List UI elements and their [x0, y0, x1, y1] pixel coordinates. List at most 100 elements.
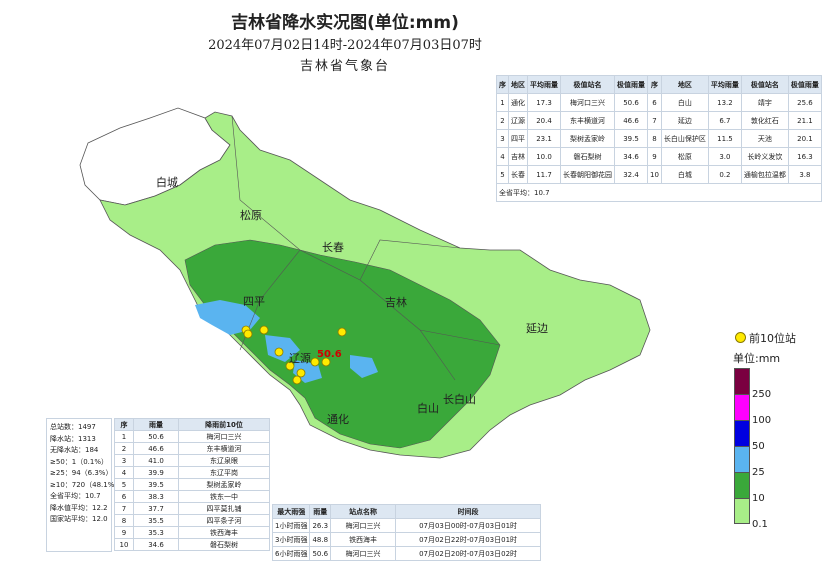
table-row: 6 38.3 铁东一中: [114, 490, 270, 503]
table-cell: 34.6: [614, 147, 648, 166]
table-row: 6小时雨强 50.6 梅河口三兴 07月02日20时-07月03日02时: [271, 546, 542, 561]
table-cell: 50.6: [309, 546, 332, 561]
statistic-line: 国家站平均：12.0: [50, 515, 108, 523]
table-cell: 25.6: [787, 93, 822, 112]
column-header: 降雨前10位: [178, 418, 270, 431]
table-cell: 梅河口三兴: [178, 430, 270, 443]
statistic-line: ≥50：1（0.1%）: [50, 457, 109, 466]
table-cell: 梅河口三兴: [560, 93, 615, 112]
table-cell: 东辽泉眼: [178, 454, 270, 467]
color-scale-segment: [734, 446, 750, 472]
regional-rainfall-table: 序 地区 平均雨量 极值站名 极值雨量 序 地区 平均雨量 极值站名 极值雨量 …: [496, 75, 822, 202]
city-label-liaoyuan: 辽源: [289, 351, 311, 365]
statistic-line: 降水值平均：12.2: [50, 503, 108, 512]
table-cell: 6.7: [707, 111, 742, 130]
table-cell: 梨树孟家岭: [178, 478, 270, 491]
table-cell: 16.3: [787, 147, 822, 166]
table-cell: 东丰横道河: [560, 111, 615, 130]
city-label-songyuan: 松原: [240, 208, 262, 222]
table-cell: 梅河口三兴: [330, 546, 397, 561]
table-cell: 梨树孟家岭: [560, 129, 615, 148]
city-label-yanbian: 延边: [526, 322, 548, 335]
city-label-baicheng: 白城: [156, 175, 178, 189]
column-header: 地区: [660, 75, 709, 94]
table-cell: 07月03日00时-07月03日01时: [395, 518, 542, 533]
table-footer-row: 全省平均：10.7: [496, 183, 822, 202]
table-cell: 37.7: [133, 502, 179, 515]
table-cell: 1小时雨强: [271, 518, 311, 533]
table-cell: 2: [496, 111, 509, 130]
table-cell: 吉林: [508, 147, 528, 166]
top10-legend-label: 前10位站: [749, 332, 796, 345]
table-row: 4 吉林 10.0 磐石梨树 34.6 9 松原 3.0 长岭义发饮 16.3: [496, 147, 822, 166]
table-cell: 41.0: [133, 454, 179, 467]
table-cell: 6: [114, 490, 134, 503]
max-intensity-table: 最大雨强 雨量 站点名称 时间段 1小时雨强 26.3 梅河口三兴 07月03日00时…: [271, 504, 542, 561]
table-cell: 铁东一中: [178, 490, 270, 503]
color-scale-segment: [734, 394, 750, 420]
table-cell: 通榆包拉温都: [740, 165, 789, 184]
city-label-siping: 四平: [243, 295, 265, 308]
table-cell: 磐石梨树: [178, 538, 270, 551]
top10-legend-marker: [735, 332, 746, 343]
column-header: 平均雨量: [527, 75, 561, 94]
table-row: 1小时雨强 26.3 梅河口三兴 07月03日00时-07月03日01时: [271, 518, 542, 533]
table-cell: 铁西海丰: [330, 532, 397, 547]
statistic-line: ≥10：720（48.1%）: [50, 480, 122, 489]
table-cell: 磐石梨树: [560, 147, 615, 166]
top10-station-marker: [243, 329, 253, 339]
rainfall-color-scale: [734, 368, 750, 524]
table-cell: 10.0: [527, 147, 561, 166]
table-cell: 26.3: [309, 518, 332, 533]
table-cell: 07月02日22时-07月03日01时: [395, 532, 542, 547]
table-cell: 1: [496, 93, 509, 112]
city-label-tonghua: 通化: [327, 412, 349, 426]
table-cell: 50.6: [133, 430, 179, 443]
table-cell: 0.2: [707, 165, 742, 184]
city-label-changchun: 长春: [322, 241, 344, 254]
statistic-line: 无降水站：184: [50, 446, 99, 454]
table-cell: 3小时雨强: [271, 532, 311, 547]
table-cell: 四平: [508, 129, 528, 148]
table-cell: 梅河口三兴: [330, 518, 397, 533]
table-cell: 3.8: [787, 165, 822, 184]
province-average: 全省平均：10.7: [496, 183, 822, 202]
table-cell: 靖宇: [740, 93, 789, 112]
table-cell: 敦化红石: [740, 111, 789, 130]
table-row: 7 37.7 四平莫扎铺: [114, 502, 270, 515]
color-scale-segment: [734, 472, 750, 498]
table-cell: 长春朝阳御花园: [560, 165, 615, 184]
table-cell: 07月02日20时-07月03日02时: [395, 546, 542, 561]
column-header: 雨量: [133, 418, 179, 431]
table-header-row: 序 雨量 降雨前10位: [114, 418, 270, 431]
legend-tick-label: 100: [752, 415, 772, 426]
table-cell: 延边: [660, 111, 709, 130]
table-cell: 11.7: [527, 165, 561, 184]
table-cell: 46.6: [133, 442, 179, 455]
column-header: 极值站名: [560, 75, 615, 94]
city-label-jilin: 吉林: [385, 295, 407, 309]
table-cell: 5: [496, 165, 509, 184]
max-rainfall-label: 50.6: [317, 349, 342, 360]
table-row: 1 通化 17.3 梅河口三兴 50.6 6 白山 13.2 靖宇 25.6: [496, 93, 822, 112]
table-cell: 长春: [508, 165, 528, 184]
table-cell: 20.1: [787, 129, 822, 148]
table-cell: 7: [114, 502, 134, 515]
table-cell: 1: [114, 430, 134, 443]
table-cell: 21.1: [787, 111, 822, 130]
legend-unit: 单位:mm: [733, 352, 781, 365]
table-row: 10 34.6 磐石梨树: [114, 538, 270, 551]
table-cell: 46.6: [614, 111, 648, 130]
table-row: 2 辽源 20.4 东丰横道河 46.6 7 延边 6.7 敦化红石 21.1: [496, 111, 822, 130]
legend-tick-label: 25: [752, 467, 765, 478]
column-header: 平均雨量: [707, 75, 742, 94]
table-cell: 3.0: [707, 147, 742, 166]
table-cell: 铁西海丰: [178, 526, 270, 539]
table-cell: 6小时雨强: [271, 546, 311, 561]
table-cell: 9: [647, 147, 662, 166]
statistic-line: 全省平均：10.7: [50, 492, 101, 500]
table-row: 8 35.5 四平条子河: [114, 514, 270, 527]
table-row: 5 39.5 梨树孟家岭: [114, 478, 270, 491]
table-cell: 6: [647, 93, 662, 112]
table-cell: 35.3: [133, 526, 179, 539]
